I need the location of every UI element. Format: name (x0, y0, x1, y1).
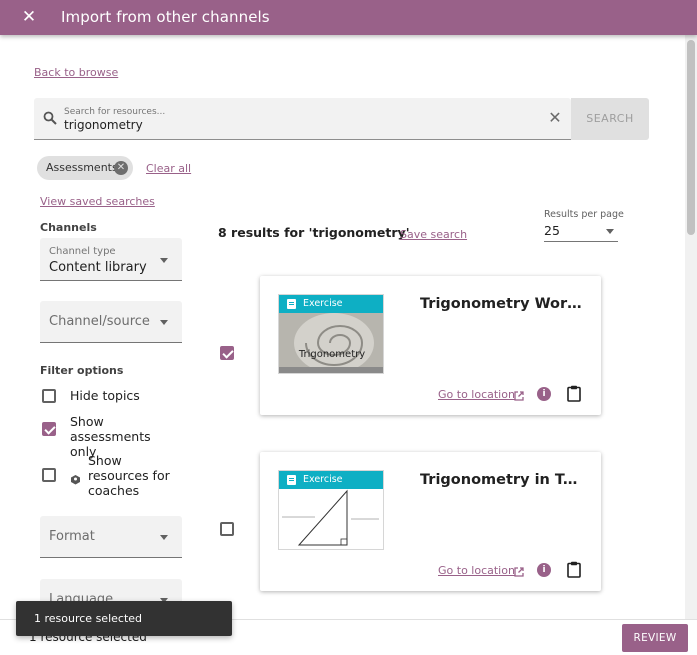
search-button[interactable]: SEARCH (571, 98, 649, 140)
coach-icon (70, 470, 81, 489)
resource-thumbnail: Trigonometry Exercise (278, 294, 384, 374)
clipboard-icon[interactable] (567, 561, 581, 582)
clipboard-icon[interactable] (567, 385, 581, 406)
chevron-down-icon (160, 320, 168, 325)
go-to-location-link[interactable]: Go to location (438, 564, 515, 577)
resource-thumbnail: Exercise (278, 470, 384, 550)
resource-card[interactable]: Trigonometry Exercise Trigonometry Wor… … (260, 276, 601, 415)
channel-source-select[interactable]: Channel/source (40, 301, 182, 343)
search-placeholder: Search for resources... (64, 107, 166, 117)
channel-type-value: Content library (49, 260, 147, 275)
results-summary: 8 results for 'trigonometry' (218, 225, 410, 240)
clear-all-link[interactable]: Clear all (146, 162, 191, 175)
select-resource-checkbox[interactable] (220, 522, 234, 536)
resource-title[interactable]: Trigonometry in Te… (420, 472, 582, 488)
page-title: Import from other channels (61, 8, 270, 26)
filter-options-heading: Filter options (40, 364, 124, 377)
channel-type-select[interactable]: Channel type Content library (40, 238, 182, 281)
close-icon[interactable]: ✕ (18, 6, 40, 28)
thumbnail-caption: Trigonometry (298, 349, 365, 360)
format-placeholder: Format (49, 529, 95, 544)
review-button[interactable]: REVIEW (622, 624, 688, 652)
search-value[interactable]: trigonometry (64, 118, 143, 132)
coach-resources-label: Show resources for coaches (88, 453, 170, 498)
snackbar: 1 resource selected (16, 601, 232, 636)
info-icon[interactable]: i (537, 387, 551, 401)
results-per-page-value: 25 (544, 223, 560, 238)
channel-source-placeholder: Channel/source (49, 314, 150, 329)
exercise-icon (287, 475, 296, 485)
results-per-page-select[interactable]: 25 (544, 222, 618, 242)
exercise-icon (287, 299, 296, 309)
coach-resources-checkbox[interactable] (42, 468, 56, 482)
hide-topics-checkbox[interactable] (42, 389, 56, 403)
filter-chip-assessments: Assessments ✕ (37, 156, 133, 180)
channels-heading: Channels (40, 221, 97, 234)
exercise-badge: Exercise (279, 471, 383, 489)
chip-label: Assessments (46, 161, 118, 174)
resource-card[interactable]: Exercise Trigonometry in Te… Go to locat… (260, 452, 601, 591)
save-search-link[interactable]: Save search (400, 228, 467, 241)
hide-topics-label: Hide topics (70, 388, 140, 403)
format-select[interactable]: Format (40, 516, 182, 558)
select-resource-checkbox[interactable] (220, 346, 234, 360)
chevron-down-icon (160, 258, 168, 263)
open-in-new-icon[interactable] (514, 386, 524, 405)
app-header: ✕ Import from other channels (0, 0, 697, 35)
view-saved-searches-link[interactable]: View saved searches (40, 195, 155, 208)
channel-type-label: Channel type (49, 246, 116, 257)
exercise-badge: Exercise (279, 295, 383, 313)
go-to-location-link[interactable]: Go to location (438, 388, 515, 401)
search-input[interactable]: Search for resources... trigonometry ✕ (34, 98, 571, 140)
search-icon (43, 110, 57, 129)
chip-remove-icon[interactable]: ✕ (114, 161, 128, 175)
chevron-down-icon (160, 535, 168, 540)
open-in-new-icon[interactable] (514, 562, 524, 581)
clear-search-icon[interactable]: ✕ (544, 107, 566, 129)
back-to-browse-link[interactable]: Back to browse (34, 66, 118, 79)
info-icon[interactable]: i (537, 563, 551, 577)
resource-title[interactable]: Trigonometry Wor… (420, 296, 582, 312)
scrollbar-thumb[interactable] (687, 40, 695, 235)
assessments-only-checkbox[interactable] (42, 422, 56, 436)
chevron-down-icon (606, 229, 614, 234)
results-per-page-label: Results per page (544, 209, 624, 220)
